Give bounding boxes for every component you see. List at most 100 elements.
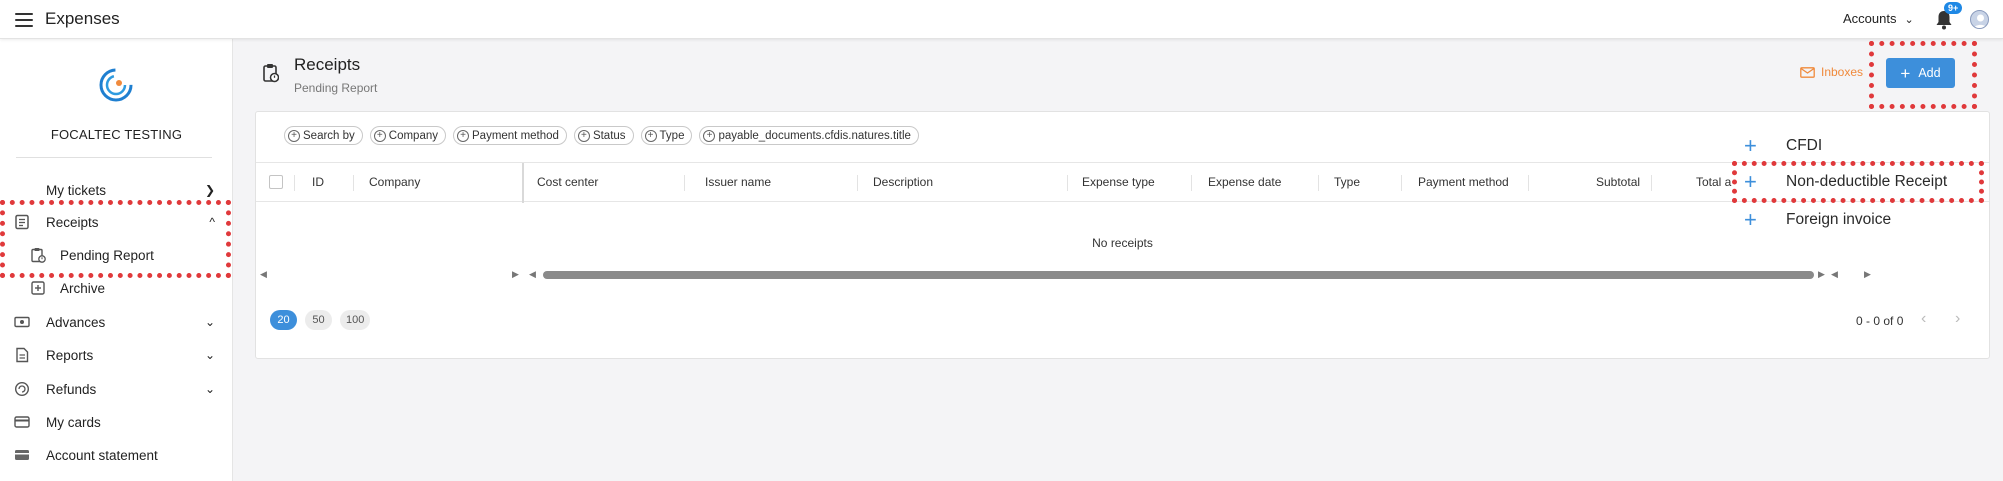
filter-chip-company[interactable]: + Company (369, 126, 446, 145)
column-header-type[interactable]: Type (1334, 175, 1360, 189)
column-header-issuer-name[interactable]: Issuer name (705, 175, 771, 189)
previous-page-icon[interactable]: ‹ (1921, 310, 1926, 328)
add-menu-item-non-deductible-receipt[interactable]: + Non-deductible Receipt (1744, 169, 1948, 195)
scrollbar-thumb[interactable] (543, 271, 1814, 279)
scroll-left-icon[interactable]: ◀ (260, 269, 267, 280)
main-horizontal-scrollbar[interactable]: ◀ ▶ ◀ ▶ (529, 269, 1991, 281)
mail-icon (1800, 66, 1815, 78)
scroll-left-icon[interactable]: ◀ (1831, 269, 1838, 280)
add-menu-label: CFDI (1786, 137, 1823, 154)
scroll-right-icon[interactable]: ▶ (1864, 269, 1871, 280)
chevron-down-icon: ⌄ (1904, 14, 1914, 26)
table-header: ID Company Cost center Issuer name Descr… (256, 162, 1989, 203)
filter-chip-status[interactable]: + Status (573, 126, 634, 145)
archive-icon (31, 281, 45, 295)
column-header-subtotal[interactable]: Subtotal (1596, 175, 1640, 189)
column-header-expense-date[interactable]: Expense date (1208, 175, 1281, 189)
column-divider (857, 175, 858, 191)
column-divider (294, 175, 295, 191)
filter-chip-label: Search by (303, 129, 355, 142)
sidebar-item-account-statement[interactable]: Account statement (0, 440, 233, 470)
plus-icon: + (1900, 63, 1911, 83)
column-divider (1191, 175, 1192, 191)
select-all-checkbox[interactable] (269, 175, 283, 189)
page-size-50[interactable]: 50 (305, 310, 332, 330)
add-button[interactable]: + Add (1886, 58, 1955, 88)
filter-chip-natures-title[interactable]: + payable_documents.cfdis.natures.title (699, 126, 919, 145)
add-circle-icon: + (644, 129, 657, 142)
next-page-icon[interactable]: › (1955, 310, 1960, 328)
filter-bar: + Search by + Company + Payment method + Sta… (284, 126, 919, 145)
add-circle-icon: + (373, 129, 386, 142)
column-header-cost-center[interactable]: Cost center (537, 175, 598, 189)
refunds-icon (14, 381, 30, 397)
page-subtitle: Pending Report (294, 81, 378, 95)
filter-chip-label: Type (659, 129, 685, 142)
column-divider (1528, 175, 1529, 191)
scroll-right-icon[interactable]: ▶ (512, 269, 519, 280)
column-header-id[interactable]: ID (312, 175, 324, 189)
page-size-selector: 20 50 100 (270, 310, 371, 330)
inboxes-label: Inboxes (1821, 65, 1864, 79)
filter-chip-label: Status (592, 129, 626, 142)
account-statement-icon (15, 450, 29, 460)
plus-icon: + (1744, 133, 1757, 158)
column-header-expense-type[interactable]: Expense type (1082, 175, 1155, 189)
scroll-right-icon[interactable]: ▶ (1818, 269, 1825, 280)
column-header-payment-method[interactable]: Payment method (1418, 175, 1509, 189)
accounts-dropdown[interactable]: Accounts ⌄ (1843, 11, 1914, 26)
inboxes-button[interactable]: Inboxes (1800, 65, 1863, 79)
chevron-up-icon: ^ (209, 215, 215, 229)
column-divider (1067, 175, 1068, 191)
sidebar-item-pending-report[interactable]: Pending Report (0, 240, 233, 270)
column-divider (1651, 175, 1652, 191)
sidebar-item-refunds[interactable]: Refunds ⌄ (0, 374, 233, 404)
sidebar-item-advances[interactable]: Advances ⌄ (0, 307, 233, 337)
page-title: Receipts (294, 55, 361, 74)
app-title: Expenses (45, 9, 120, 28)
cards-icon (14, 416, 30, 428)
add-menu-item-cfdi[interactable]: + CFDI (1744, 133, 1823, 159)
column-header-total[interactable]: Total a (1696, 175, 1738, 189)
sidebar-divider (16, 157, 212, 158)
column-divider (1318, 175, 1319, 191)
sidebar-item-reports[interactable]: Reports ⌄ (0, 340, 233, 370)
add-menu-label: Foreign invoice (1786, 211, 1892, 228)
add-menu-item-foreign-invoice[interactable]: + Foreign invoice (1744, 207, 1892, 233)
filter-chip-label: payable_documents.cfdis.natures.title (718, 129, 911, 142)
focaltec-logo (99, 68, 133, 102)
sidebar-item-archive[interactable]: Archive (0, 273, 233, 303)
receipts-icon (15, 214, 29, 230)
page-size-20[interactable]: 20 (270, 310, 297, 330)
reports-icon (16, 347, 29, 363)
empty-state-message: No receipts (1092, 236, 1153, 250)
add-circle-icon: + (288, 129, 300, 142)
filter-chip-type[interactable]: + Type (640, 126, 693, 145)
sidebar-item-receipts[interactable]: Receipts ^ (0, 207, 233, 237)
frozen-column-divider[interactable] (522, 163, 524, 203)
column-divider (1401, 175, 1402, 191)
sidebar: FOCALTEC TESTING My tickets ❯ Receipts ^… (0, 39, 233, 481)
add-circle-icon: + (457, 129, 469, 142)
sidebar-item-my-tickets[interactable]: My tickets ❯ (0, 175, 233, 205)
filter-chip-search-by[interactable]: + Search by (284, 126, 363, 145)
add-circle-icon: + (703, 129, 716, 142)
column-header-company[interactable]: Company (369, 175, 420, 189)
avatar[interactable] (1970, 10, 1989, 29)
sidebar-item-my-cards[interactable]: My cards (0, 407, 233, 437)
notification-badge: 9+ (1944, 2, 1963, 14)
hamburger-menu-icon[interactable] (15, 13, 33, 27)
filter-chip-payment-method[interactable]: + Payment method (453, 126, 567, 145)
sidebar-item-label: My cards (46, 414, 101, 430)
add-menu-label: Non-deductible Receipt (1786, 173, 1948, 190)
tickets-icon (14, 183, 30, 199)
page-size-100[interactable]: 100 (340, 310, 371, 330)
sidebar-item-label: Receipts (46, 214, 99, 230)
column-header-description[interactable]: Description (873, 175, 933, 189)
sidebar-item-label: Pending Report (60, 247, 154, 263)
sidebar-item-label: Advances (46, 314, 106, 330)
plus-icon: + (1744, 207, 1757, 232)
sidebar-item-label: Account statement (46, 447, 158, 463)
scroll-left-icon[interactable]: ◀ (529, 269, 536, 280)
frozen-horizontal-scrollbar[interactable]: ◀ ▶ (260, 269, 520, 281)
